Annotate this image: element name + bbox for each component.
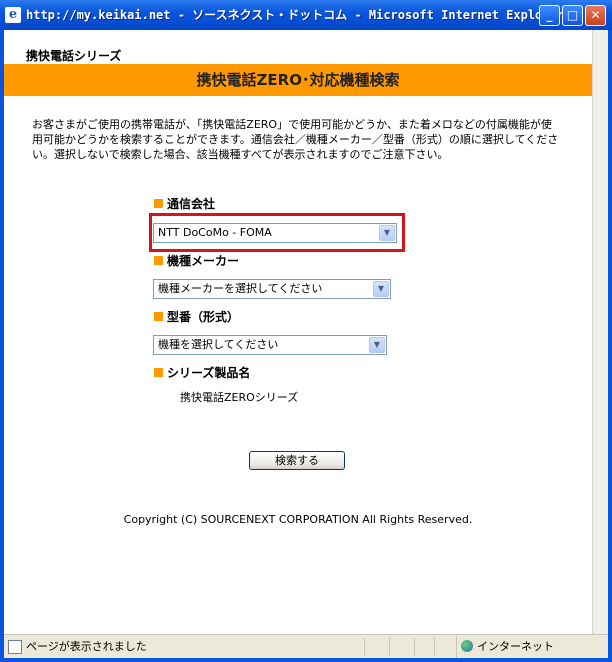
status-divider [434,638,435,656]
maker-selected-value: 機種メーカーを選択してください [158,282,323,295]
maker-label: 機種メーカー [154,254,239,268]
page-content: 携快電話シリーズ 携快電話ZERO･対応機種検索 お客さまがご使用の携帯電話が、… [4,30,608,634]
close-button[interactable]: ✕ [585,5,606,26]
title-bar[interactable]: e http://my.keikai.net - ソースネクスト・ドットコム -… [0,0,612,30]
status-bar: ページが表示されました インターネット [4,634,608,658]
zone-label: インターネット [477,640,554,653]
browser-window: e http://my.keikai.net - ソースネクスト・ドットコム -… [0,0,612,662]
model-label: 型番（形式） [154,310,239,324]
maximize-button[interactable]: □ [562,5,583,26]
intro-text: お客さまがご使用の携帯電話が、「携快電話ZERO」で使用可能かどうか、また着メロ… [32,118,559,161]
chevron-down-icon[interactable]: ▼ [373,281,389,297]
status-divider [364,638,365,656]
ie-icon: e [5,7,21,23]
orange-square-icon [154,312,163,321]
series-label: 携快電話シリーズ [26,49,122,63]
status-divider [389,638,390,656]
carrier-label: 通信会社 [154,197,215,211]
maker-select[interactable]: 機種メーカーを選択してください ▼ [153,279,391,299]
security-zone: インターネット [456,636,604,658]
window-title: http://my.keikai.net - ソースネクスト・ドットコム - M… [26,8,564,22]
page-icon [8,640,22,654]
search-button[interactable]: 検索する [249,451,345,470]
model-selected-value: 機種を選択してください [158,338,279,351]
carrier-highlight-frame [149,213,405,252]
product-label: シリーズ製品名 [154,366,250,380]
page-title: 携快電話ZERO･対応機種検索 [4,64,592,96]
status-text: ページが表示されました [26,640,147,653]
vertical-scrollbar[interactable] [592,30,608,634]
minimize-button[interactable]: _ [539,5,560,26]
orange-square-icon [154,368,163,377]
orange-square-icon [154,256,163,265]
chevron-down-icon[interactable]: ▼ [369,337,385,353]
status-divider [414,638,415,656]
copyright-text: Copyright (C) SOURCENEXT CORPORATION All… [123,513,473,526]
orange-square-icon [154,199,163,208]
globe-icon [461,640,473,652]
product-name: 携快電話ZEROシリーズ [180,391,299,404]
model-select[interactable]: 機種を選択してください ▼ [153,335,387,355]
